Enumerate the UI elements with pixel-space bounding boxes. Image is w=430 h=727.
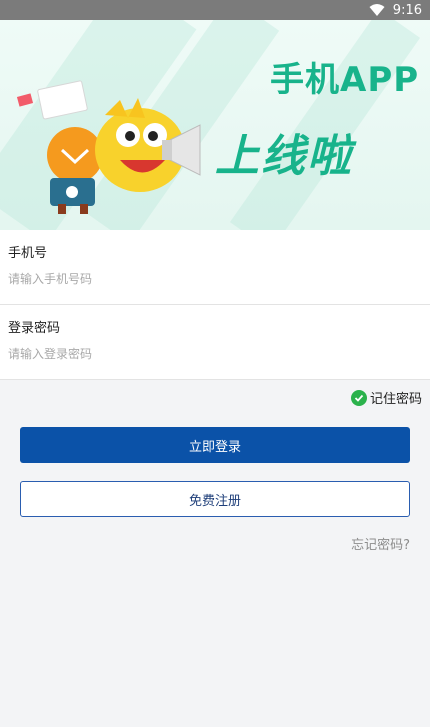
remember-password-label: 记住密码 [369, 392, 422, 407]
promo-banner: 手机APP 上线啦 [0, 20, 430, 230]
phone-label: 手机号 [8, 246, 48, 261]
banner-subtitle: 上线啦 [215, 131, 353, 182]
banner-title: 手机APP [270, 60, 420, 100]
check-circle-icon [350, 389, 367, 406]
phone-field: 手机号 [0, 230, 430, 305]
register-button[interactable]: 免费注册 [20, 481, 410, 517]
login-form: 手机号 登录密码 [0, 230, 430, 380]
phone-input[interactable] [8, 268, 418, 290]
password-field: 登录密码 [0, 305, 430, 380]
remember-password-toggle[interactable]: 记住密码 [350, 388, 422, 407]
password-input[interactable] [8, 343, 418, 365]
status-bar: 9:16 [0, 0, 430, 20]
mascot-illustration [16, 80, 201, 214]
wifi-icon [369, 4, 385, 16]
status-time: 9:16 [392, 2, 422, 18]
password-label: 登录密码 [8, 321, 61, 336]
forgot-password-link[interactable]: 忘记密码? [351, 534, 410, 553]
login-button[interactable]: 立即登录 [20, 427, 410, 463]
